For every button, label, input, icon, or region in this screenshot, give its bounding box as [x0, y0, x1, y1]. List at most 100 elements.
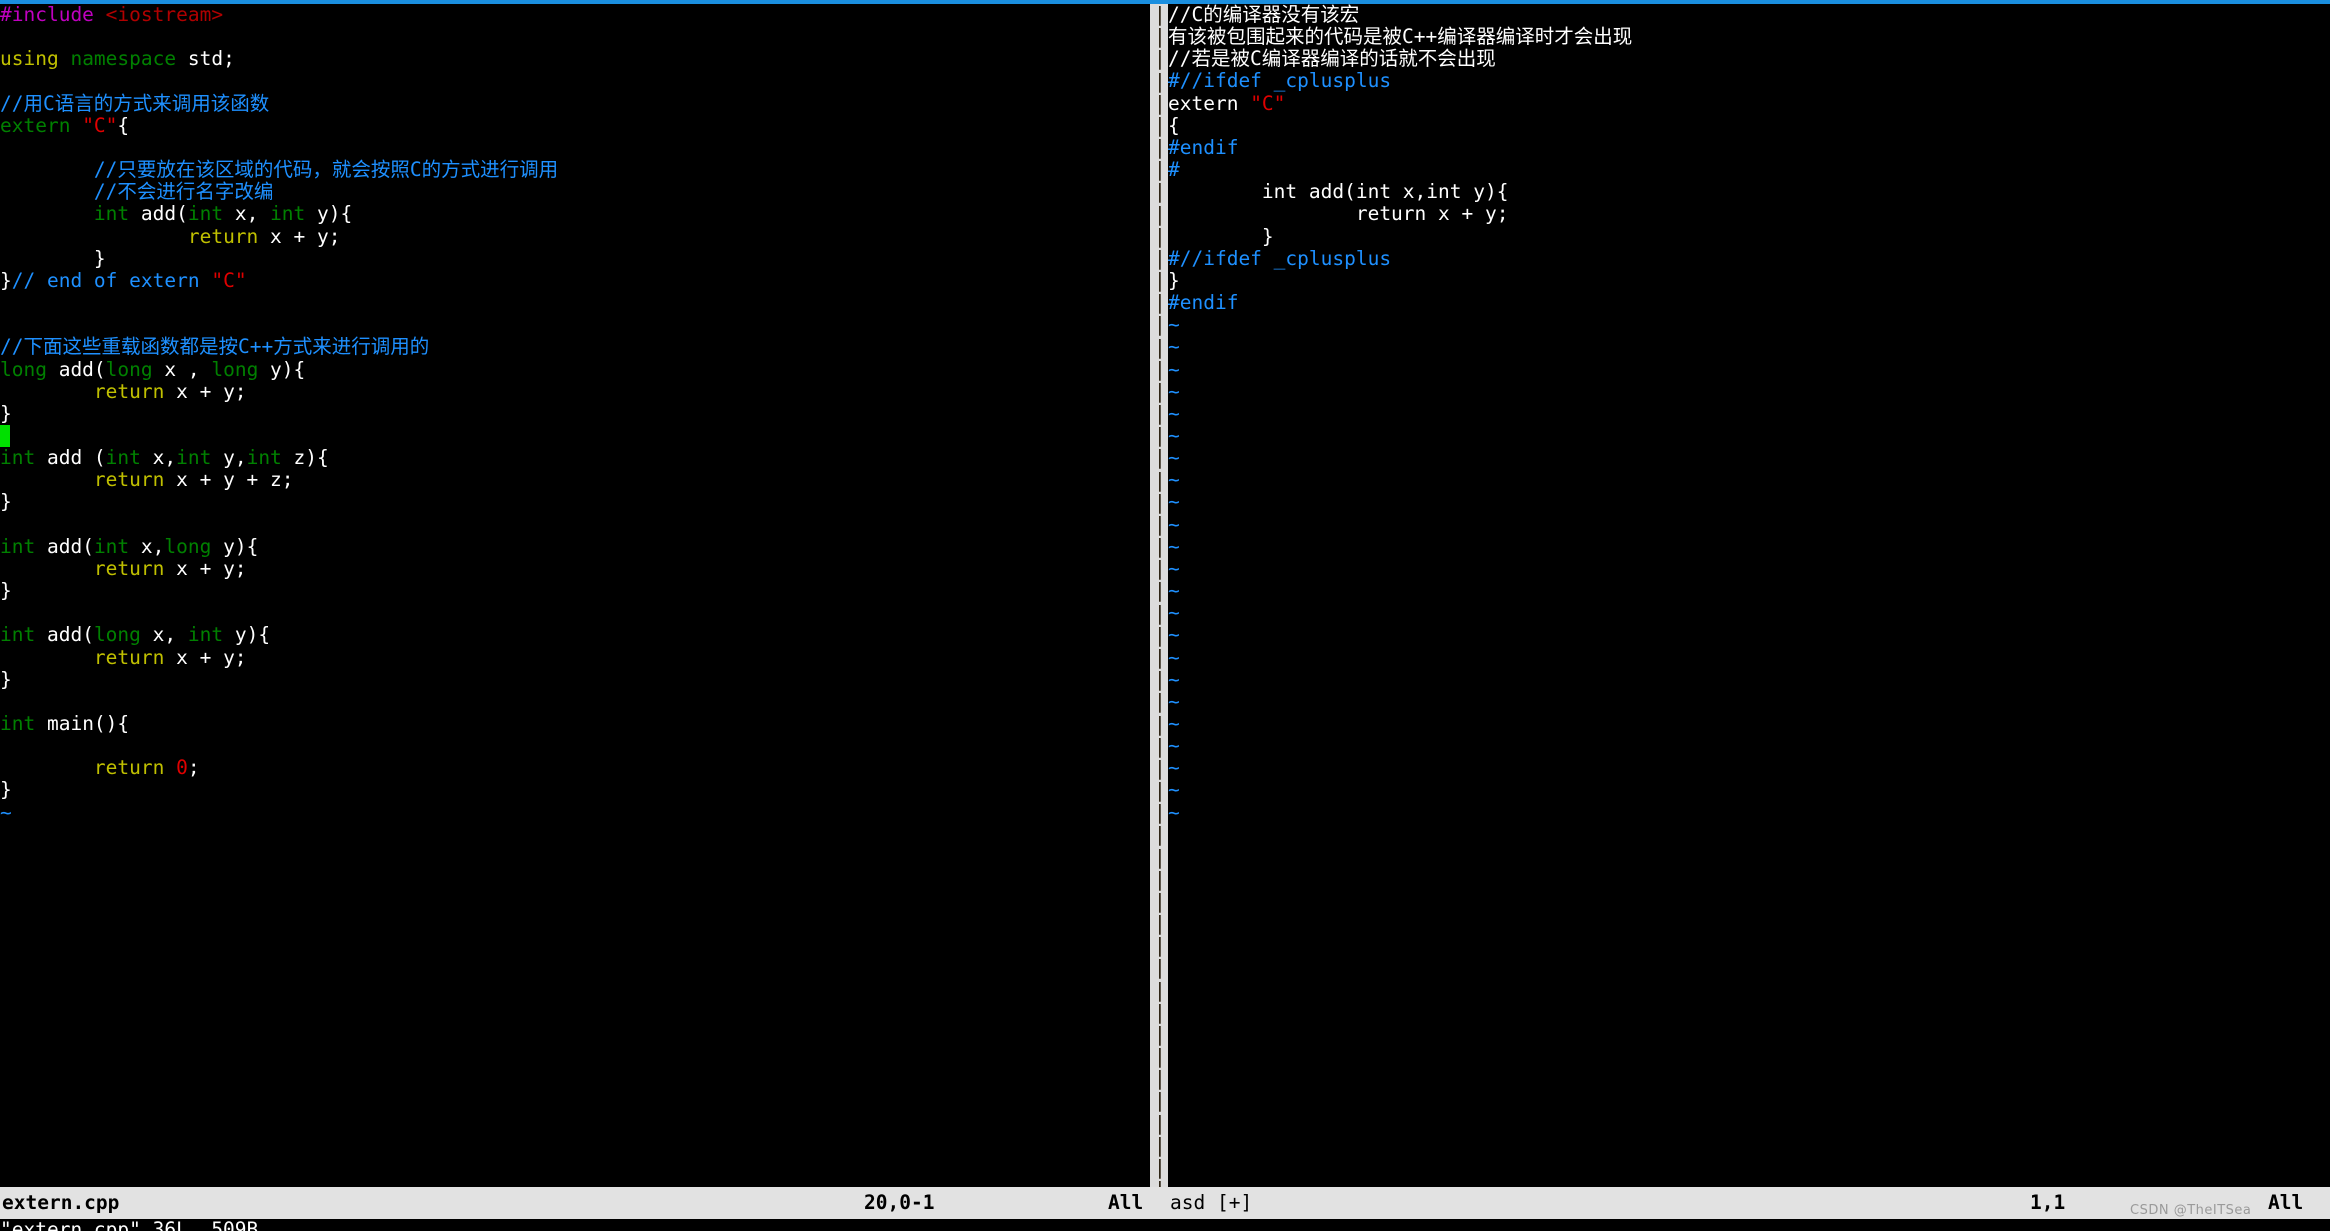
- left-code-token: 0: [176, 756, 188, 780]
- left-code-line[interactable]: [0, 292, 1150, 314]
- status-right-percent: All: [2268, 1191, 2304, 1214]
- left-code-token: x ,: [164, 357, 212, 381]
- right-code-line[interactable]: #: [1168, 159, 2330, 181]
- right-code-token: ~: [1168, 423, 1180, 447]
- right-code-line[interactable]: #endif: [1168, 136, 2330, 159]
- left-code-token: <iostream>: [105, 4, 224, 26]
- right-code-line[interactable]: ~: [1168, 624, 2330, 646]
- right-code-line[interactable]: }: [1168, 225, 2330, 248]
- left-code-line[interactable]: return x + y;: [0, 380, 1150, 403]
- right-code-line[interactable]: #//ifdef _cplusplus: [1168, 70, 2330, 92]
- left-code-line[interactable]: [0, 424, 1150, 447]
- left-code-token: int: [187, 623, 235, 647]
- right-code-line[interactable]: ~: [1168, 690, 2330, 713]
- left-code-token: [0, 557, 94, 580]
- right-code-line[interactable]: ~: [1168, 469, 2330, 491]
- left-code-token: add(: [58, 357, 106, 381]
- right-code-line[interactable]: //若是被C编译器编译的话就不会出现: [1168, 48, 2330, 70]
- left-code-line[interactable]: [0, 602, 1150, 624]
- left-code-line[interactable]: //下面这些重载函数都是按C++方式来进行调用的: [0, 336, 1150, 358]
- left-code-line[interactable]: }// end of extern "C": [0, 268, 1150, 292]
- right-code-line[interactable]: #//ifdef _cplusplus: [1168, 247, 2330, 270]
- left-pane-code-lines[interactable]: #include <iostream> using namespace std;…: [0, 4, 1150, 824]
- right-code-line[interactable]: ~: [1168, 557, 2330, 580]
- left-code-line[interactable]: [0, 314, 1150, 336]
- right-code-line[interactable]: ~: [1168, 757, 2330, 779]
- left-code-line[interactable]: //用C语言的方式来调用该函数: [0, 92, 1150, 115]
- left-code-token: y){: [234, 623, 271, 647]
- left-code-line[interactable]: return x + y;: [0, 646, 1150, 669]
- left-code-line[interactable]: [0, 26, 1150, 48]
- right-code-line[interactable]: ~: [1168, 712, 2330, 735]
- right-code-line[interactable]: ~: [1168, 646, 2330, 669]
- vertical-split-divider[interactable]: | | | | | | | | | | | | | | | | | | | | …: [1150, 4, 1168, 1187]
- right-code-line[interactable]: ~: [1168, 535, 2330, 558]
- left-code-token: int: [176, 446, 224, 470]
- status-right-filename: asd [+]: [1170, 1191, 1253, 1214]
- left-code-line[interactable]: }: [0, 247, 1150, 270]
- right-code-line[interactable]: ~: [1168, 336, 2330, 358]
- right-code-line[interactable]: }: [1168, 269, 2330, 292]
- left-code-line[interactable]: [0, 137, 1150, 159]
- left-code-line[interactable]: extern "C"{: [0, 114, 1150, 137]
- right-code-line[interactable]: #endif: [1168, 291, 2330, 314]
- left-code-line[interactable]: ~: [0, 801, 1150, 824]
- left-code-line[interactable]: long add(long x , long y){: [0, 357, 1150, 381]
- left-code-token: int: [187, 202, 235, 226]
- right-code-line[interactable]: int add(int x,int y){: [1168, 181, 2330, 203]
- right-code-line[interactable]: ~: [1168, 513, 2330, 536]
- split-bar-glyph-column: | | | | | | | | | | | | | | | | | | | | …: [1154, 4, 1164, 1187]
- right-code-line[interactable]: ~: [1168, 447, 2330, 469]
- right-code-token: return x + y;: [1168, 202, 1509, 226]
- left-code-line[interactable]: #include <iostream>: [0, 4, 1150, 26]
- editor-pane-left[interactable]: #include <iostream> using namespace std;…: [0, 4, 1150, 1187]
- left-code-line[interactable]: }: [0, 579, 1150, 602]
- left-code-line[interactable]: }: [0, 402, 1150, 425]
- left-code-line[interactable]: return x + y + z;: [0, 469, 1150, 491]
- left-code-line[interactable]: return 0;: [0, 757, 1150, 779]
- left-code-token: std;: [187, 47, 235, 71]
- right-code-line[interactable]: ~: [1168, 801, 2330, 824]
- right-code-line[interactable]: ~: [1168, 602, 2330, 624]
- left-code-token: z){: [293, 446, 329, 470]
- right-code-line[interactable]: ~: [1168, 402, 2330, 425]
- left-code-line[interactable]: }: [0, 779, 1150, 801]
- left-code-line[interactable]: int add (int x,int y,int z){: [0, 447, 1150, 469]
- left-code-line[interactable]: }: [0, 491, 1150, 513]
- left-code-token: }: [0, 667, 12, 691]
- right-code-line[interactable]: {: [1168, 114, 2330, 137]
- left-code-line[interactable]: [0, 691, 1150, 713]
- right-pane-code-lines[interactable]: //C的编译器没有该宏 有该被包围起来的代码是被C++编译器编译时才会出现//若是…: [1168, 4, 2330, 824]
- left-code-line[interactable]: int add(long x, int y){: [0, 624, 1150, 646]
- left-code-line[interactable]: //只要放在该区域的代码，就会按照C的方式进行调用: [0, 159, 1150, 181]
- left-code-line[interactable]: [0, 735, 1150, 757]
- right-code-line[interactable]: ~: [1168, 579, 2330, 602]
- right-code-line[interactable]: ~: [1168, 380, 2330, 403]
- left-code-line[interactable]: using namespace std;: [0, 48, 1150, 70]
- right-code-line[interactable]: 有该被包围起来的代码是被C++编译器编译时才会出现: [1168, 26, 2330, 48]
- left-code-line[interactable]: return x + y;: [0, 557, 1150, 580]
- editor-pane-right[interactable]: //C的编译器没有该宏 有该被包围起来的代码是被C++编译器编译时才会出现//若是…: [1168, 4, 2330, 1187]
- right-code-line[interactable]: ~: [1168, 423, 2330, 447]
- right-code-line[interactable]: ~: [1168, 779, 2330, 801]
- right-code-line[interactable]: return x + y;: [1168, 203, 2330, 225]
- right-code-line[interactable]: ~: [1168, 735, 2330, 757]
- right-code-line[interactable]: ~: [1168, 358, 2330, 381]
- left-code-line[interactable]: int main(){: [0, 712, 1150, 735]
- left-code-token: x + y + z;: [176, 468, 294, 492]
- left-code-token: }: [0, 268, 12, 292]
- left-code-line[interactable]: int add(int x, int y){: [0, 203, 1150, 225]
- left-code-line[interactable]: [0, 514, 1150, 536]
- right-code-line[interactable]: ~: [1168, 314, 2330, 336]
- left-code-line[interactable]: int add(int x,long y){: [0, 535, 1150, 558]
- left-code-token: main(){: [46, 712, 130, 735]
- left-code-line[interactable]: }: [0, 667, 1150, 691]
- right-code-line[interactable]: ~: [1168, 491, 2330, 513]
- left-code-line[interactable]: return x + y;: [0, 225, 1150, 248]
- vim-command-line[interactable]: "extern.cpp" 36L, 509B: [0, 1219, 2330, 1231]
- right-code-line[interactable]: extern "C": [1168, 92, 2330, 115]
- left-code-line[interactable]: [0, 70, 1150, 92]
- left-code-line[interactable]: //不会进行名字改编: [0, 181, 1150, 203]
- right-code-line[interactable]: ~: [1168, 668, 2330, 691]
- right-code-line[interactable]: //C的编译器没有该宏: [1168, 4, 2330, 26]
